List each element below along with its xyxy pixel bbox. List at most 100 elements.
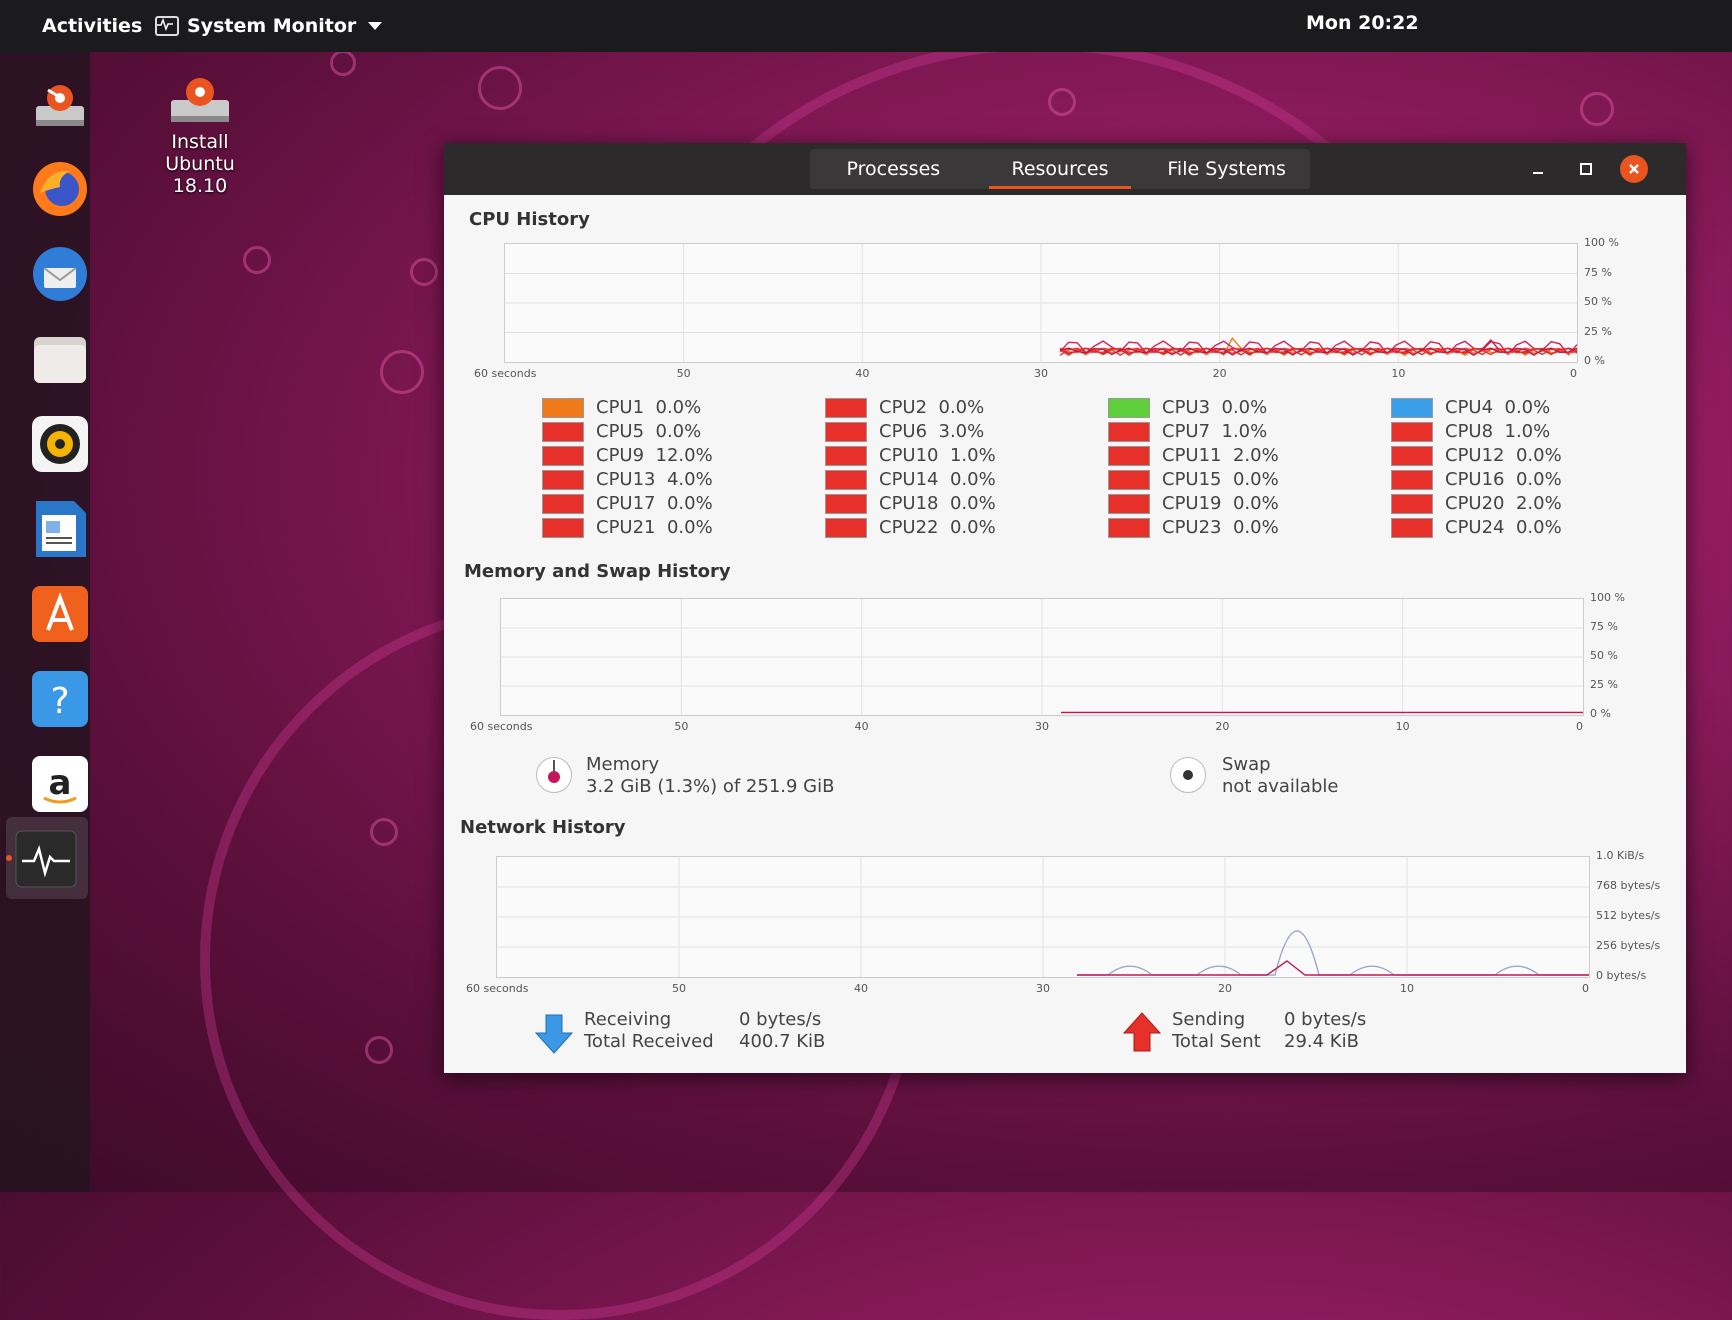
network-x-tick: 0 <box>1582 982 1589 995</box>
cpu-legend-item[interactable]: CPU6 3.0% <box>825 421 984 442</box>
cpu-color-swatch[interactable] <box>1391 445 1433 466</box>
top-bar: Activities System Monitor Mon 20:22 <box>0 0 1732 52</box>
cpu-color-swatch[interactable] <box>1391 397 1433 418</box>
wallpaper-circle <box>478 66 522 110</box>
cpu-legend-item[interactable]: CPU9 12.0% <box>542 445 713 466</box>
cpu-legend-label: CPU20 2.0% <box>1445 493 1562 514</box>
cpu-legend-item[interactable]: CPU4 0.0% <box>1391 397 1550 418</box>
cpu-color-swatch[interactable] <box>825 421 867 442</box>
cpu-legend-item[interactable]: CPU10 1.0% <box>825 445 996 466</box>
thunderbird-icon[interactable] <box>28 242 92 306</box>
close-icon <box>1629 164 1639 174</box>
close-button[interactable] <box>1620 155 1648 183</box>
cpu-legend-item[interactable]: CPU23 0.0% <box>1108 517 1279 538</box>
cpu-color-swatch[interactable] <box>1108 517 1150 538</box>
cpu-color-swatch[interactable] <box>542 469 584 490</box>
cpu-legend-item[interactable]: CPU14 0.0% <box>825 469 996 490</box>
cpu-color-swatch[interactable] <box>1391 469 1433 490</box>
cpu-color-swatch[interactable] <box>825 493 867 514</box>
cpu-legend-label: CPU2 0.0% <box>879 397 985 418</box>
writer-icon[interactable] <box>28 497 92 561</box>
cpu-color-swatch[interactable] <box>1108 421 1150 442</box>
swap-gauge[interactable] <box>1170 757 1206 793</box>
cpu-color-swatch[interactable] <box>1391 421 1433 442</box>
app-menu[interactable]: System Monitor <box>155 15 383 37</box>
cpu-color-swatch[interactable] <box>1391 517 1433 538</box>
tab-processes[interactable]: Processes <box>810 149 977 189</box>
cpu-legend-item[interactable]: CPU18 0.0% <box>825 493 996 514</box>
cpu-color-swatch[interactable] <box>542 493 584 514</box>
wallpaper-circle <box>1048 88 1076 116</box>
cpu-legend-label: CPU16 0.0% <box>1445 469 1562 490</box>
cpu-x-tick: 60 seconds <box>474 367 537 380</box>
cpu-legend-item[interactable]: CPU7 1.0% <box>1108 421 1267 442</box>
cpu-legend-item[interactable]: CPU19 0.0% <box>1108 493 1279 514</box>
cpu-color-swatch[interactable] <box>542 517 584 538</box>
network-history-title: Network History <box>460 817 626 838</box>
cpu-legend-item[interactable]: CPU22 0.0% <box>825 517 996 538</box>
cpu-y-tick: 75 % <box>1584 265 1612 279</box>
cpu-legend-item[interactable]: CPU5 0.0% <box>542 421 701 442</box>
firefox-icon[interactable] <box>28 157 92 221</box>
cpu-color-swatch[interactable] <box>825 469 867 490</box>
sending-values: 0 bytes/s 29.4 KiB <box>1284 1009 1366 1053</box>
software-icon[interactable] <box>28 582 92 646</box>
amazon-icon[interactable]: a <box>28 752 92 816</box>
cpu-color-swatch[interactable] <box>825 445 867 466</box>
cpu-color-swatch[interactable] <box>1108 469 1150 490</box>
cpu-color-swatch[interactable] <box>1108 493 1150 514</box>
cpu-legend-item[interactable]: CPU2 0.0% <box>825 397 984 418</box>
desktop-install-ubuntu[interactable]: Install Ubuntu 18.10 <box>155 70 245 197</box>
sending-info: Sending Total Sent <box>1172 1009 1261 1053</box>
memory-info: Memory 3.2 GiB (1.3%) of 251.9 GiB <box>586 754 834 798</box>
cpu-color-swatch[interactable] <box>825 517 867 538</box>
cpu-legend-label: CPU14 0.0% <box>879 469 996 490</box>
memory-x-tick: 0 <box>1576 720 1583 733</box>
svg-text:a: a <box>49 763 72 803</box>
cpu-color-swatch[interactable] <box>1108 445 1150 466</box>
cpu-legend-item[interactable]: CPU3 0.0% <box>1108 397 1267 418</box>
cpu-x-tick: 20 <box>1212 367 1227 380</box>
cpu-legend-item[interactable]: CPU24 0.0% <box>1391 517 1562 538</box>
sending-arrow-icon <box>1122 1011 1162 1057</box>
help-icon[interactable]: ? <box>28 667 92 731</box>
cpu-color-swatch[interactable] <box>542 445 584 466</box>
activities-button[interactable]: Activities <box>42 15 142 37</box>
cpu-legend-item[interactable]: CPU21 0.0% <box>542 517 713 538</box>
memory-gauge[interactable] <box>536 757 572 793</box>
network-y-tick: 0 bytes/s <box>1596 969 1647 982</box>
view-switcher: Processes Resources File Systems <box>810 149 1310 189</box>
cpu-color-swatch[interactable] <box>825 397 867 418</box>
dock: ? a <box>0 52 90 1192</box>
cpu-color-swatch[interactable] <box>542 421 584 442</box>
system-monitor-icon[interactable] <box>14 827 78 891</box>
cpu-legend-item[interactable]: CPU15 0.0% <box>1108 469 1279 490</box>
network-y-tick: 768 bytes/s <box>1596 879 1661 892</box>
cpu-history-title: CPU History <box>469 209 590 230</box>
app-menu-label: System Monitor <box>187 15 357 37</box>
cpu-color-swatch[interactable] <box>1108 397 1150 418</box>
minimize-button[interactable] <box>1524 155 1552 183</box>
cpu-legend-item[interactable]: CPU11 2.0% <box>1108 445 1279 466</box>
cpu-legend-item[interactable]: CPU17 0.0% <box>542 493 713 514</box>
cpu-x-tick: 40 <box>855 367 870 380</box>
files-icon[interactable] <box>28 327 92 391</box>
cpu-legend-item[interactable]: CPU20 2.0% <box>1391 493 1562 514</box>
cpu-legend-label: CPU10 1.0% <box>879 445 996 466</box>
cpu-legend-item[interactable]: CPU12 0.0% <box>1391 445 1562 466</box>
cpu-legend-item[interactable]: CPU16 0.0% <box>1391 469 1562 490</box>
installer-icon[interactable] <box>28 72 92 136</box>
cpu-color-swatch[interactable] <box>542 397 584 418</box>
cpu-color-swatch[interactable] <box>1391 493 1433 514</box>
wallpaper-circle <box>370 818 398 846</box>
tab-resources[interactable]: Resources <box>977 149 1144 189</box>
cpu-legend-label: CPU5 0.0% <box>596 421 702 442</box>
cpu-legend-item[interactable]: CPU8 1.0% <box>1391 421 1550 442</box>
clock[interactable]: Mon 20:22 <box>1306 12 1419 34</box>
maximize-button[interactable] <box>1572 155 1600 183</box>
swap-info: Swap not available <box>1222 754 1338 798</box>
rhythmbox-icon[interactable] <box>28 412 92 476</box>
cpu-legend-item[interactable]: CPU13 4.0% <box>542 469 713 490</box>
tab-file-systems[interactable]: File Systems <box>1143 149 1310 189</box>
cpu-legend-item[interactable]: CPU1 0.0% <box>542 397 701 418</box>
